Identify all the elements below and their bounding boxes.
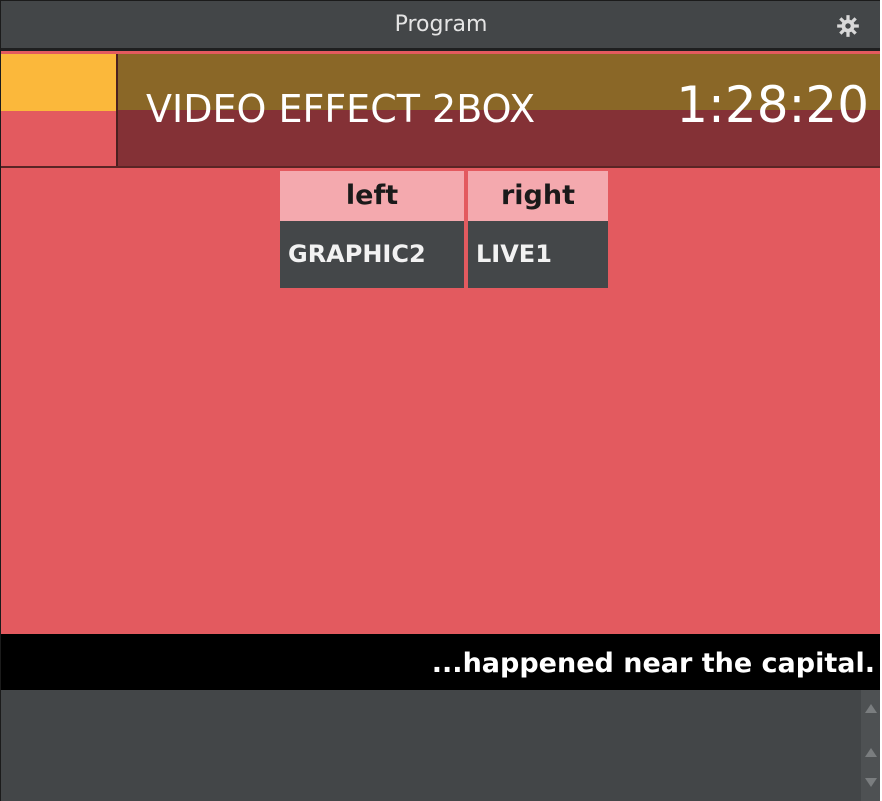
notes-scrollbar[interactable] [861,690,880,801]
scroll-up-arrow-icon[interactable] [865,748,877,757]
panel-title: Program [394,12,488,37]
scroll-down-arrow-icon[interactable] [865,778,877,787]
source-header-right: right [468,171,608,221]
program-panel: Program VIDEO EFFECT 2BOX 1:28:20 left G… [0,0,880,801]
status-indicator-bottom [1,111,116,166]
notes-area[interactable] [1,690,880,801]
source-header-left: left [280,171,464,221]
panel-title-bar: Program [1,1,880,51]
source-value-right: LIVE1 [468,221,608,288]
effect-name: VIDEO EFFECT 2BOX [146,87,536,131]
source-column-left[interactable]: left GRAPHIC2 [280,171,464,288]
program-header: VIDEO EFFECT 2BOX 1:28:20 [1,54,880,168]
gear-icon[interactable] [835,13,861,39]
source-value-left: GRAPHIC2 [280,221,464,288]
caption-bar: ...happened near the capital. [1,634,880,690]
caption-text: ...happened near the capital. [431,648,875,679]
effect-info: VIDEO EFFECT 2BOX 1:28:20 [116,54,880,166]
timecode: 1:28:20 [676,76,869,134]
scroll-up-arrow-icon[interactable] [865,704,877,713]
source-column-right[interactable]: right LIVE1 [468,171,608,288]
status-indicator-top [1,54,116,111]
